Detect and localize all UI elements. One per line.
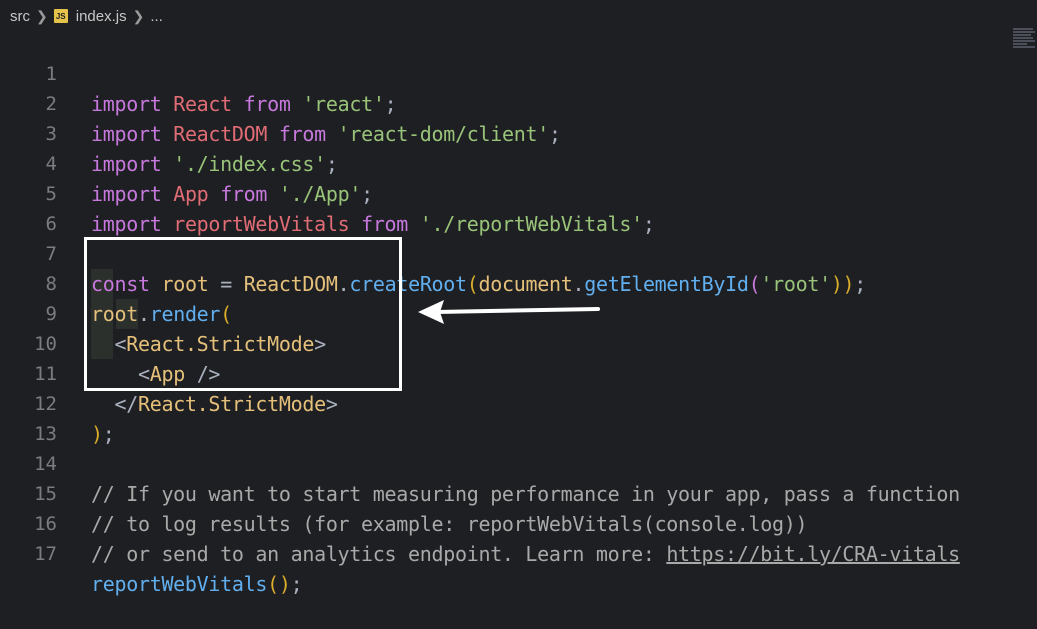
code-line: 5 import reportWebVitals from './reportW… xyxy=(0,149,1037,236)
breadcrumb-folder[interactable]: src xyxy=(10,8,30,25)
code-line: 17 reportWebVitals(); xyxy=(0,509,1037,596)
breadcrumb-more[interactable]: ... xyxy=(150,8,163,25)
code-line: 16 // or send to an analytics endpoint. … xyxy=(0,479,1037,566)
highlight-box xyxy=(84,237,402,391)
breadcrumb-file[interactable]: index.js xyxy=(76,8,127,25)
function-name: reportWebVitals xyxy=(91,572,268,596)
chevron-right-icon: ❯ xyxy=(36,7,48,24)
punctuation: ; xyxy=(290,572,303,596)
javascript-file-icon: JS xyxy=(53,9,68,23)
code-line: 3 import './index.css'; xyxy=(0,89,1037,176)
breadcrumb: src ❯ JS index.js ❯ ... xyxy=(0,0,1037,32)
code-line: 13 xyxy=(0,389,1037,445)
bracket: () xyxy=(267,572,291,596)
code-line: 6 xyxy=(0,179,1037,235)
code-line: 2 import ReactDOM from 'react-dom/client… xyxy=(0,59,1037,146)
code-line: 14 // If you want to start measuring per… xyxy=(0,419,1037,506)
code-line: 7 const root = ReactDOM.createRoot(docum… xyxy=(0,209,1037,296)
comment: // or send to an analytics endpoint. Lea… xyxy=(91,542,667,566)
code-line: 15 // to log results (for example: repor… xyxy=(0,449,1037,536)
chevron-right-icon: ❯ xyxy=(132,7,145,24)
comment-link[interactable]: https://bit.ly/CRA-vitals xyxy=(666,542,960,566)
arrow-left-icon xyxy=(418,300,600,324)
line-number: 17 xyxy=(34,543,57,565)
code-line: 1 import React from 'react'; xyxy=(0,29,1037,116)
code-line: 4 import App from './App'; xyxy=(0,119,1037,206)
